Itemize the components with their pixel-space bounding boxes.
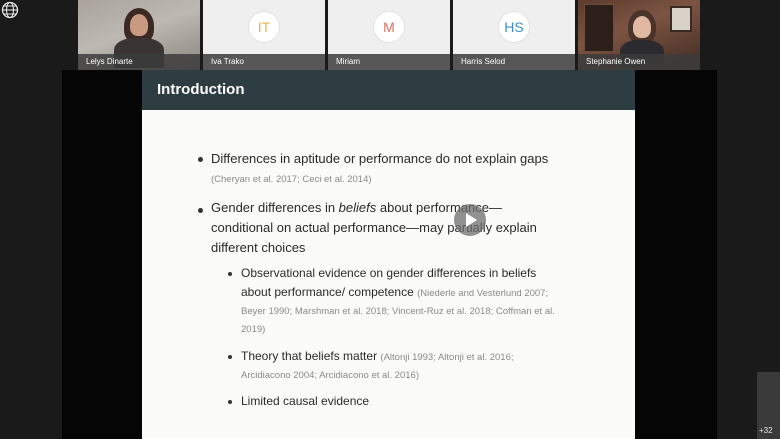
citation: Arcidiacono 2004; Arcidiacono et al. 201… — [241, 370, 419, 381]
participant-tile-miriam[interactable]: M Miriam — [328, 0, 450, 70]
bullet-text: Differences in aptitude or performance d… — [211, 151, 549, 166]
participant-tile-harris[interactable]: HS Harris Selod — [453, 0, 575, 70]
sub-bullet-icon — [228, 355, 232, 359]
bullet-text: conditional on actual performance—may pa… — [211, 220, 537, 235]
presentation-slide: Introduction Differences in aptitude or … — [142, 70, 635, 439]
more-participants-button[interactable]: +32 — [757, 372, 780, 439]
sub-bullet-text: about performance/ competence (Niederle … — [241, 283, 548, 303]
participant-tile-stephanie[interactable]: Stephanie Owen — [578, 0, 700, 70]
sub-bullet-icon — [228, 400, 232, 404]
citation: (Niederle and Vesterlund 2007; — [417, 288, 549, 299]
participant-video-face — [130, 14, 148, 36]
participant-name: Lelys Dinarte — [78, 54, 200, 70]
sub-bullet-text: Observational evidence on gender differe… — [241, 266, 537, 280]
bullet-text-part: Gender differences in — [211, 200, 339, 215]
participant-tile-iva[interactable]: IT Iva Trako — [203, 0, 325, 70]
participant-name: Stephanie Owen — [578, 54, 700, 70]
citation: (Cheryan et al. 2017; Ceci et al. 2014) — [211, 174, 372, 185]
meeting-window: Lelys Dinarte IT Iva Trako M Miriam HS H… — [0, 0, 780, 439]
citation: 2019) — [241, 324, 266, 335]
citation: Beyer 1990; Marshman et al. 2018; Vincen… — [241, 306, 555, 317]
bookshelf — [584, 4, 614, 52]
sub-bullet-text-part: Theory that beliefs matter — [241, 349, 378, 363]
avatar: IT — [249, 12, 279, 42]
sub-bullet-icon — [228, 272, 232, 276]
play-icon[interactable] — [454, 204, 486, 236]
participant-name: Miriam — [328, 54, 450, 70]
avatar: HS — [499, 12, 529, 42]
avatar: M — [374, 12, 404, 42]
bullet-icon — [198, 157, 203, 162]
participant-video-face — [633, 16, 651, 38]
participant-name: Harris Selod — [453, 54, 575, 70]
sub-bullet-text: Limited causal evidence — [241, 394, 370, 408]
slide-title: Introduction — [142, 70, 635, 110]
slide-body: Differences in aptitude or performance d… — [142, 110, 635, 439]
shared-screen[interactable]: Introduction Differences in aptitude or … — [62, 70, 717, 439]
sub-bullet-text: Theory that beliefs matter (Altonji 1993… — [241, 347, 514, 367]
participant-strip: Lelys Dinarte IT Iva Trako M Miriam HS H… — [78, 0, 700, 70]
emphasis-text: beliefs — [338, 200, 377, 215]
participant-tile-lelys[interactable]: Lelys Dinarte — [78, 0, 200, 70]
bullet-icon — [198, 208, 203, 213]
participant-name: Iva Trako — [203, 54, 325, 70]
globe-icon[interactable] — [1, 1, 19, 19]
more-participants-count: +32 — [759, 426, 773, 435]
citation: (Altonji 1993; Altonji et al. 2016; — [380, 352, 514, 363]
bullet-text: different choices — [211, 240, 306, 255]
sub-bullet-text-part: about performance/ competence — [241, 285, 414, 299]
picture-frame — [670, 6, 692, 32]
